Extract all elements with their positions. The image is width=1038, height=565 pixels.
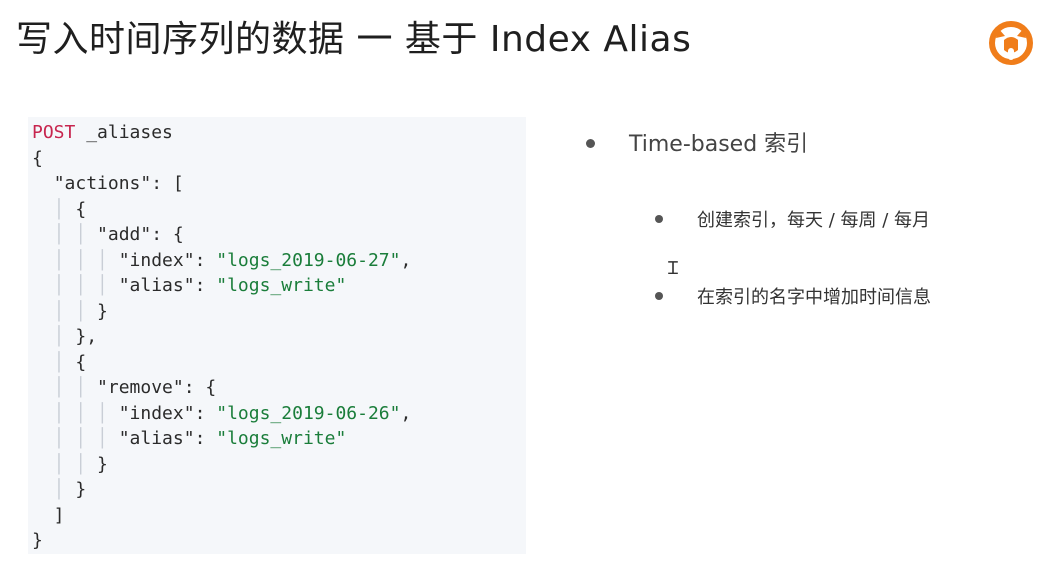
indent-guide: │ │: [32, 377, 98, 398]
code-line: │ }: [32, 477, 411, 503]
bullet-dot-icon: [655, 215, 663, 223]
code-line: │ │ }: [32, 452, 411, 478]
indent-guide: │ │ │: [32, 275, 119, 296]
code-token: :: [194, 249, 217, 271]
code-token: },: [75, 326, 98, 347]
code-line: │ │ │ "index": "logs_2019-06-27",: [32, 248, 412, 274]
code-token: "actions": [53, 173, 152, 194]
bullet-main-text: Time-based 索引: [629, 132, 809, 157]
bullet-dot-icon: [586, 138, 595, 148]
indent-guide: │ │: [32, 453, 98, 475]
code-line: │ │ }: [32, 299, 411, 325]
code-token: }: [97, 300, 108, 322]
code-keyword: POST: [32, 122, 76, 143]
code-panel: POST _aliases{ "actions": [ │ { │ │ "add…: [28, 117, 526, 554]
indent-guide: │ │ │: [32, 249, 119, 271]
code-token: : [: [151, 173, 184, 194]
bullet-sub-1: 创建索引，每天 / 每周 / 每月: [655, 206, 930, 232]
bullet-sub-text-2: 在索引的名字中增加时间信息: [697, 287, 931, 308]
code-string: "logs_2019-06-26": [216, 402, 401, 424]
indent-guide: │: [32, 326, 76, 347]
code-line: │ {: [32, 197, 411, 223]
indent-guide: │: [32, 479, 76, 500]
code-line: │ │ │ "index": "logs_2019-06-26",: [32, 401, 412, 427]
code-token: }: [97, 453, 108, 475]
code-line: │ │ "remove": {: [32, 375, 411, 401]
code-line: │ │ │ "alias": "logs_write": [32, 273, 411, 299]
code-token: _aliases: [75, 122, 173, 143]
code-line: POST _aliases: [32, 120, 411, 146]
code-string: "logs_2019-06-27": [216, 249, 401, 271]
text-cursor-icon: Ɪ: [668, 258, 679, 279]
bullet-dot-icon: [655, 292, 663, 300]
code-token: : {: [183, 377, 217, 398]
bullet-main: Time-based 索引: [586, 126, 808, 158]
code-token: :: [194, 428, 217, 449]
code-token: {: [32, 147, 43, 169]
code-string: "logs_write": [216, 428, 347, 449]
code-token: "remove": [97, 377, 184, 398]
indent-guide: │ │ │: [32, 402, 119, 424]
bullet-sub-2: 在索引的名字中增加时间信息: [655, 283, 931, 309]
code-line: "actions": [: [32, 171, 411, 197]
code-token: ,: [400, 249, 412, 271]
code-token: "index": [118, 249, 195, 271]
code-token: "index": [118, 402, 195, 424]
code-token: "alias": [118, 275, 195, 296]
code-line: }: [32, 528, 411, 554]
code-block: POST _aliases{ "actions": [ │ { │ │ "add…: [32, 120, 411, 554]
indent-guide: │: [32, 198, 76, 220]
code-line: │ │ "add": {: [32, 222, 411, 248]
code-line: ]: [32, 503, 411, 529]
code-token: ,: [400, 402, 412, 424]
code-token: ]: [32, 504, 65, 526]
slide-title: 写入时间序列的数据 一 基于 Index Alias: [16, 19, 692, 60]
code-token: {: [75, 351, 87, 373]
indent-guide: │ │: [32, 224, 98, 245]
code-line: │ },: [32, 324, 411, 350]
code-line: │ │ │ "alias": "logs_write": [32, 426, 411, 452]
orange-mascot-logo-icon: [988, 20, 1034, 66]
code-token: "add": [97, 224, 152, 245]
indent-guide: │ │: [32, 300, 98, 322]
code-line: │ {: [32, 350, 411, 376]
code-token: {: [75, 198, 87, 220]
code-line: {: [32, 146, 411, 172]
code-string: "logs_write": [216, 275, 347, 296]
code-token: "alias": [118, 428, 195, 449]
indent-guide: │: [32, 351, 76, 373]
code-token: : {: [151, 224, 184, 245]
code-token: }: [32, 530, 43, 551]
indent-guide: │ │ │: [32, 428, 119, 449]
code-token: }: [75, 479, 87, 500]
bullet-sub-text-1: 创建索引，每天 / 每周 / 每月: [697, 210, 931, 231]
code-token: :: [194, 275, 217, 296]
code-token: :: [194, 402, 217, 424]
